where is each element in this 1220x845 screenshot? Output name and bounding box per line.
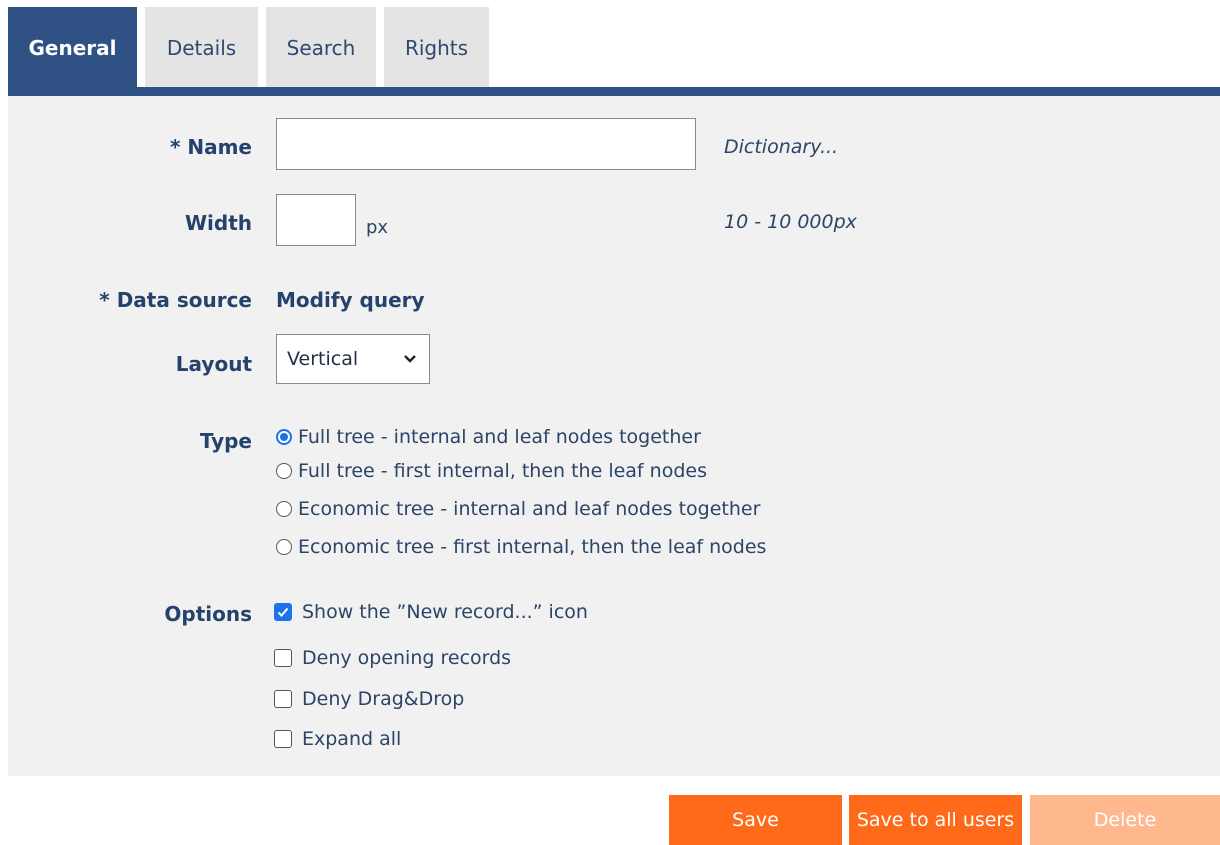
option-deny-opening-records[interactable]: Deny opening records	[274, 643, 511, 673]
width-input[interactable]	[276, 194, 356, 246]
tab-underline	[8, 87, 1220, 96]
name-input[interactable]	[276, 118, 696, 170]
name-label: * Name	[169, 135, 252, 159]
type-option-full-internal-first[interactable]: Full tree - first internal, then the lea…	[276, 456, 707, 486]
dictionary-hint[interactable]: Dictionary...	[724, 136, 838, 158]
checkmark-icon	[277, 607, 289, 617]
radio-button[interactable]	[276, 463, 292, 479]
data-source-label: * Data source	[99, 288, 252, 312]
option-label: Deny Drag&Drop	[302, 688, 465, 710]
option-deny-drag-drop[interactable]: Deny Drag&Drop	[274, 684, 464, 714]
radio-button[interactable]	[276, 429, 292, 445]
chevron-down-icon	[404, 355, 416, 363]
option-label: Expand all	[302, 728, 402, 750]
modify-query-link[interactable]: Modify query	[276, 288, 425, 312]
tab-rights[interactable]: Rights	[384, 7, 489, 87]
type-option-label: Economic tree - internal and leaf nodes …	[298, 498, 761, 520]
checkbox[interactable]	[274, 730, 292, 748]
option-label: Deny opening records	[302, 647, 512, 669]
tab-general[interactable]: General	[8, 7, 137, 87]
type-option-label: Full tree - internal and leaf nodes toge…	[298, 426, 701, 448]
width-label: Width	[184, 211, 252, 235]
layout-select[interactable]: Vertical	[276, 334, 430, 384]
type-option-economic-together[interactable]: Economic tree - internal and leaf nodes …	[276, 494, 760, 524]
type-option-label: Economic tree - first internal, then the…	[298, 536, 767, 558]
type-label: Type	[199, 429, 252, 453]
tab-strip: General Details Search Rights	[8, 7, 497, 87]
type-option-economic-internal-first[interactable]: Economic tree - first internal, then the…	[276, 532, 766, 562]
save-to-all-users-button[interactable]: Save to all users	[849, 795, 1022, 845]
delete-button[interactable]: Delete	[1030, 795, 1220, 845]
radio-button[interactable]	[276, 501, 292, 517]
width-range-hint: 10 - 10 000px	[724, 211, 857, 233]
type-option-label: Full tree - first internal, then the lea…	[298, 460, 707, 482]
layout-label: Layout	[175, 352, 252, 376]
width-unit: px	[366, 217, 389, 238]
option-expand-all[interactable]: Expand all	[274, 724, 401, 754]
tab-search[interactable]: Search	[266, 7, 376, 87]
save-button[interactable]: Save	[669, 795, 842, 845]
checkbox[interactable]	[274, 603, 292, 621]
layout-selected-value: Vertical	[287, 348, 359, 370]
options-label: Options	[164, 602, 252, 626]
option-show-new-record-icon[interactable]: Show the ”New record...” icon	[274, 597, 588, 627]
type-option-full-together[interactable]: Full tree - internal and leaf nodes toge…	[276, 422, 701, 452]
tab-details[interactable]: Details	[145, 7, 258, 87]
general-form-panel: * Name Dictionary... Width px 10 - 10 00…	[8, 96, 1220, 776]
radio-button[interactable]	[276, 539, 292, 555]
option-label: Show the ”New record...” icon	[302, 601, 588, 623]
checkbox[interactable]	[274, 690, 292, 708]
checkbox[interactable]	[274, 649, 292, 667]
